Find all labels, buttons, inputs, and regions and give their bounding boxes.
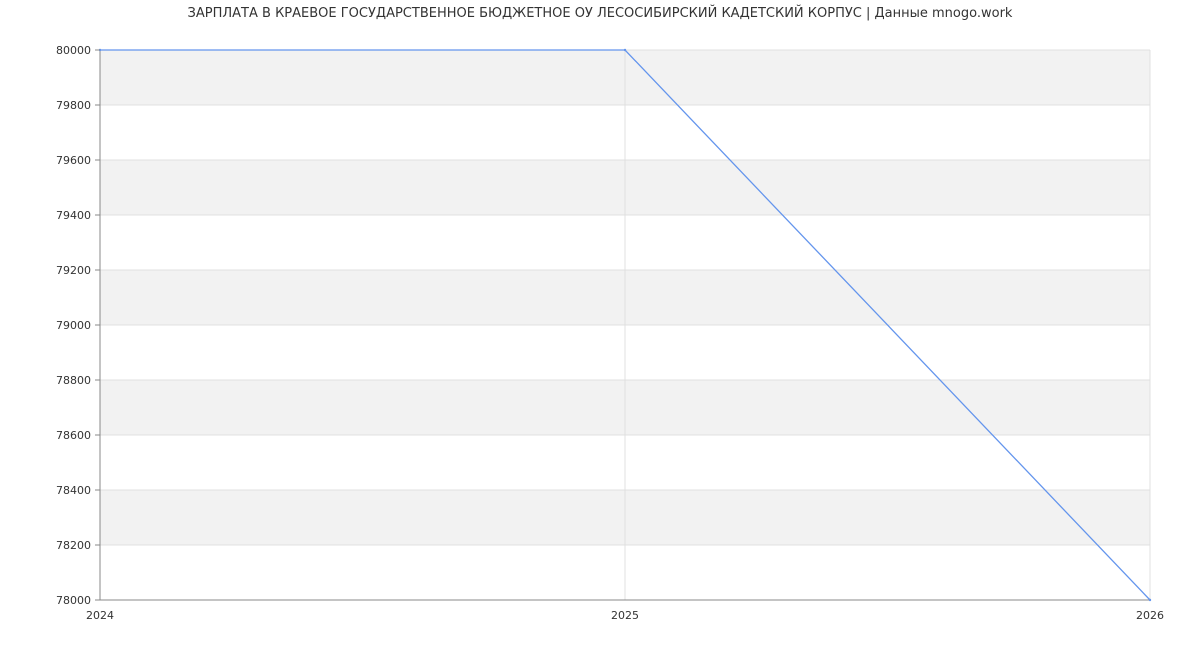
y-tick-label: 78200	[56, 539, 91, 552]
data-point	[623, 48, 627, 52]
data-point	[1148, 598, 1152, 602]
y-axis-ticks: 80000 79800 79600 79400 79200 79000 78800 78600…	[56, 44, 100, 607]
y-tick-label: 78800	[56, 374, 91, 387]
x-tick-label: 2026	[1136, 609, 1164, 622]
x-tick-label: 2024	[86, 609, 114, 622]
y-tick-label: 79200	[56, 264, 91, 277]
y-tick-label: 79400	[56, 209, 91, 222]
y-tick-label: 78600	[56, 429, 91, 442]
y-tick-label: 79000	[56, 319, 91, 332]
y-tick-label: 79800	[56, 99, 91, 112]
y-tick-label: 80000	[56, 44, 91, 57]
line-chart: 80000 79800 79600 79400 79200 79000 78800 78600…	[56, 44, 1164, 622]
y-tick-label: 78000	[56, 594, 91, 607]
x-axis-ticks: 2024 2025 2026	[86, 609, 1164, 622]
y-tick-label: 79600	[56, 154, 91, 167]
x-tick-label: 2025	[611, 609, 639, 622]
y-tick-label: 78400	[56, 484, 91, 497]
